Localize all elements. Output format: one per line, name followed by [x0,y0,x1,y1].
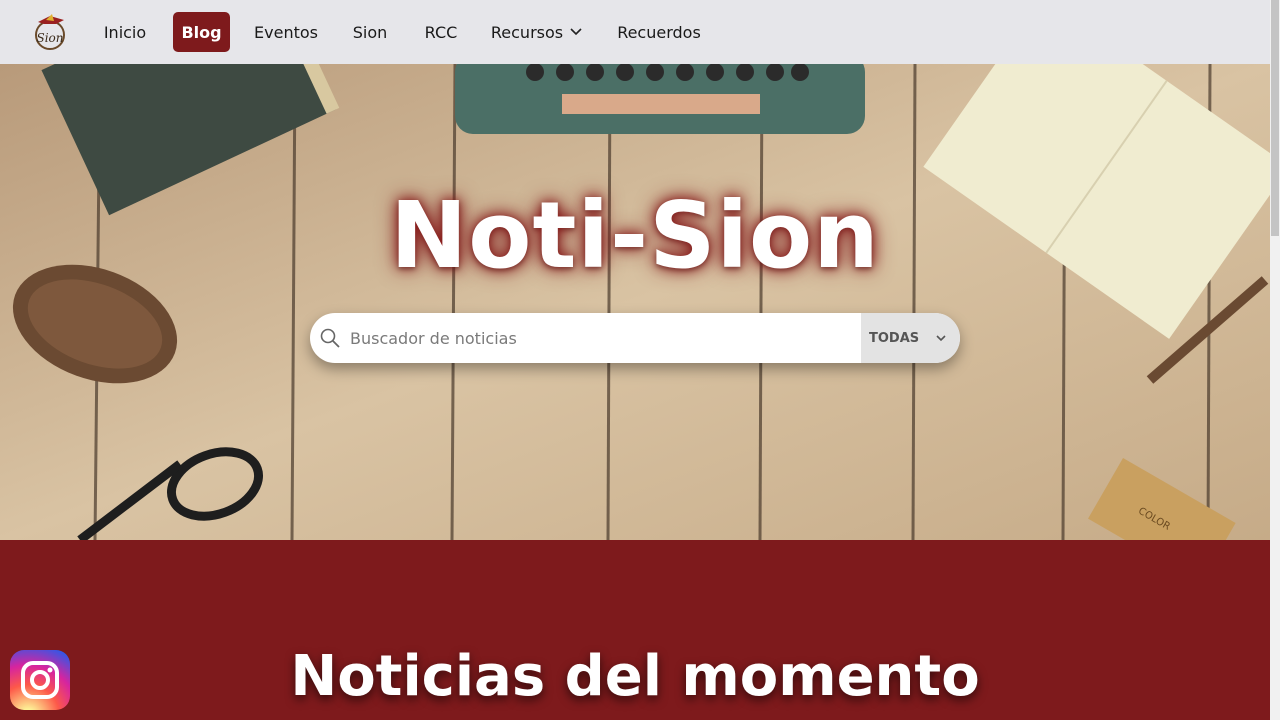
chevron-down-icon [936,335,946,342]
search-input[interactable] [350,313,860,363]
nav-rcc[interactable]: RCC [416,12,466,52]
page-scrollbar[interactable] [1270,0,1280,720]
nav-blog[interactable]: Blog [173,12,230,52]
news-search-bar: TODAS [310,313,960,363]
hero-title: Noti-Sion [390,182,880,289]
nav-sion[interactable]: Sion [343,12,397,52]
svg-text:Sion: Sion [36,31,63,45]
category-filter-value: TODAS [869,330,920,346]
nav-recursos-label: Recursos [490,22,564,42]
scrollbar-thumb[interactable] [1271,0,1279,236]
news-section: Noticias del momento [0,540,1270,720]
top-navbar: Sion Inicio Blog Eventos Sion RCC Recurs… [0,0,1270,64]
nav-recuerdos[interactable]: Recuerdos [611,12,707,52]
search-icon [320,328,340,348]
chevron-down-icon [570,28,582,36]
instagram-icon[interactable] [10,650,70,710]
nav-recursos-dropdown[interactable]: Recursos [485,12,589,52]
sion-logo[interactable]: Sion [30,12,70,52]
category-filter-select[interactable]: TODAS [861,313,960,363]
nav-inicio[interactable]: Inicio [96,12,154,52]
section-title: Noticias del momento [290,644,980,709]
hero-background-image: COLOR [0,64,1270,540]
nav-eventos[interactable]: Eventos [248,12,324,52]
hero-banner: COLOR Noti-Sion TODAS [0,64,1270,540]
